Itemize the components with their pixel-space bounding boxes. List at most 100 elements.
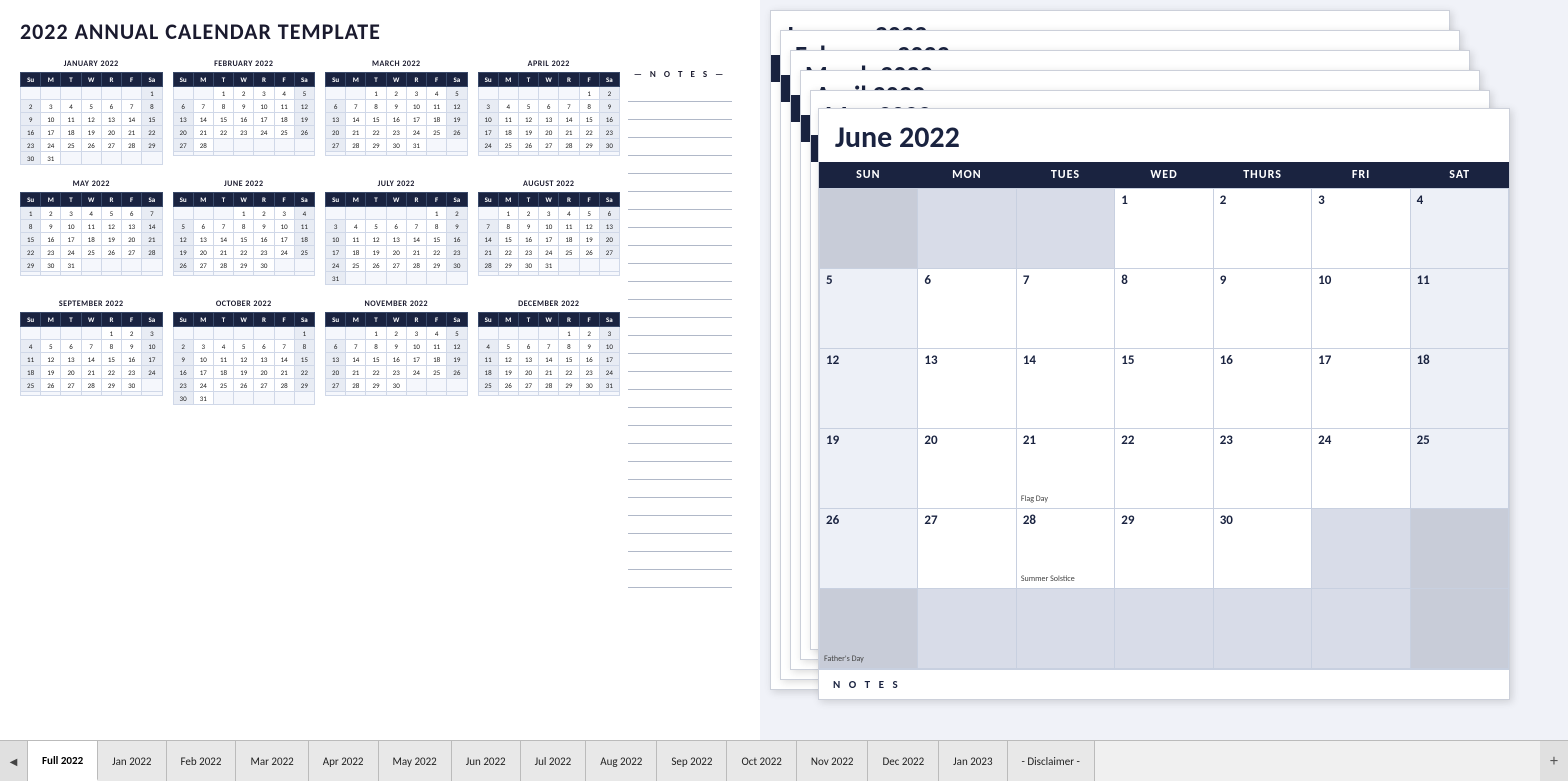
tab-14[interactable]: - Disclaimer - xyxy=(1008,741,1095,781)
notes-line xyxy=(628,354,732,372)
june-day-cell xyxy=(820,189,918,269)
june-day-cell: 19 xyxy=(820,429,918,509)
tab-0[interactable]: Full 2022 xyxy=(28,741,98,781)
mini-cal-table: SuMTWRFSa1234567891011121314151617181920… xyxy=(325,72,468,156)
right-panel: January 2022 SUN MON TUES WED THURS FRI … xyxy=(760,0,1568,740)
june-day-cell: 15 xyxy=(1115,349,1213,429)
tab-2[interactable]: Feb 2022 xyxy=(167,741,237,781)
mini-month-9: OCTOBER 2022 SuMTWRFSa1234567891011121314… xyxy=(173,299,316,405)
mini-month-6: JULY 2022 SuMTWRFSa1234567891011121314151… xyxy=(325,179,468,285)
notes-line xyxy=(628,390,732,408)
june-day-cell xyxy=(1312,509,1410,589)
june-day-cell: 30 xyxy=(1214,509,1312,589)
mini-month-title: AUGUST 2022 xyxy=(478,179,621,189)
june-day-cell: Father's Day xyxy=(820,589,918,669)
notes-title: — N O T E S — xyxy=(628,69,732,80)
notes-line xyxy=(628,408,732,426)
june-day-cell: 12 xyxy=(820,349,918,429)
notes-line xyxy=(628,552,732,570)
notes-line xyxy=(628,282,732,300)
mini-month-title: JANUARY 2022 xyxy=(20,59,163,69)
mini-month-title: JUNE 2022 xyxy=(173,179,316,189)
tab-3[interactable]: Mar 2022 xyxy=(236,741,308,781)
tab-6[interactable]: Jun 2022 xyxy=(452,741,521,781)
mini-month-3: APRIL 2022SuMTWRFSa123456789101112131415… xyxy=(478,59,621,165)
june-day-cell xyxy=(1115,589,1213,669)
months-grid: JANUARY 2022 SuMTWRFSa1234567891011121314… xyxy=(20,59,620,405)
mini-month-title: MARCH 2022 xyxy=(325,59,468,69)
tab-13[interactable]: Jan 2023 xyxy=(939,741,1007,781)
tab-12[interactable]: Dec 2022 xyxy=(868,741,939,781)
notes-line xyxy=(628,480,732,498)
notes-line xyxy=(628,192,732,210)
mini-cal-table: SuMTWRFSa1234567891011121314151617181920… xyxy=(325,192,468,285)
mini-cal-table: SuMTWRFSa1234567891011121314151617181920… xyxy=(478,312,621,396)
mini-cal-table: SuMTWRFSa1234567891011121314151617181920… xyxy=(20,72,163,165)
tab-10[interactable]: Oct 2022 xyxy=(727,741,796,781)
june-day-cell: 17 xyxy=(1312,349,1410,429)
june-day-cell: 28Summer Solstice xyxy=(1017,509,1115,589)
notes-line xyxy=(628,120,732,138)
notes-line xyxy=(628,264,732,282)
tab-5[interactable]: May 2022 xyxy=(379,741,452,781)
june-day-cell: 1 xyxy=(1115,189,1213,269)
tab-1[interactable]: Jan 2022 xyxy=(98,741,166,781)
mini-cal-table: SuMTWRFSa1234567891011121314151617181920… xyxy=(173,312,316,405)
mini-cal-table: SuMTWRFSa1234567891011121314151617181920… xyxy=(20,312,163,396)
tabs-container: Full 2022Jan 2022Feb 2022Mar 2022Apr 202… xyxy=(28,741,1540,781)
mini-month-1: FEBRUARY 2022 SuMTWRFSa123456789101112131… xyxy=(173,59,316,165)
tab-4[interactable]: Apr 2022 xyxy=(309,741,379,781)
mini-month-5: JUNE 2022SuMTWRFSa1234567891011121314151… xyxy=(173,179,316,285)
notes-panel: — N O T E S — xyxy=(620,59,740,588)
notes-line xyxy=(628,570,732,588)
mini-month-4: MAY 2022SuMTWRFSa12345678910111213141516… xyxy=(20,179,163,285)
mini-cal-table: SuMTWRFSa1234567891011121314151617181920… xyxy=(20,192,163,276)
tab-8[interactable]: Aug 2022 xyxy=(586,741,657,781)
june-header-row: SUNMONTUESWEDTHURSFRISAT xyxy=(819,162,1509,188)
mini-month-11: DECEMBER 2022 SuMTWRFSa123456789101112131… xyxy=(478,299,621,405)
tab-7[interactable]: Jul 2022 xyxy=(521,741,587,781)
mini-month-title: OCTOBER 2022 xyxy=(173,299,316,309)
card-june-detail: June 2022 SUNMONTUESWEDTHURSFRISAT 12345… xyxy=(818,108,1510,700)
june-title: June 2022 xyxy=(835,119,960,156)
mini-month-2: MARCH 2022 SuMTWRFSa123456789101112131415… xyxy=(325,59,468,165)
june-day-cell: 6 xyxy=(918,269,1016,349)
june-day-cell: 20 xyxy=(918,429,1016,509)
notes-line xyxy=(628,516,732,534)
tab-nav-left[interactable]: ◀ xyxy=(0,741,28,781)
june-day-cell xyxy=(918,189,1016,269)
notes-line xyxy=(628,228,732,246)
notes-line xyxy=(628,300,732,318)
mini-month-title: DECEMBER 2022 xyxy=(478,299,621,309)
june-day-cell: 8 xyxy=(1115,269,1213,349)
june-day-cell: 18 xyxy=(1411,349,1509,429)
tab-9[interactable]: Sep 2022 xyxy=(657,741,727,781)
notes-line xyxy=(628,318,732,336)
notes-line xyxy=(628,84,732,102)
june-day-cell: 14 xyxy=(1017,349,1115,429)
june-header-cell: SUN xyxy=(819,162,918,188)
june-day-cell: 26 xyxy=(820,509,918,589)
june-header-cell: WED xyxy=(1115,162,1214,188)
june-day-cell xyxy=(918,589,1016,669)
june-day-cell xyxy=(1214,589,1312,669)
notes-line xyxy=(628,462,732,480)
mini-month-title: FEBRUARY 2022 xyxy=(173,59,316,69)
june-header-cell: FRI xyxy=(1312,162,1411,188)
mini-cal-table: SuMTWRFSa1234567891011121314151617181920… xyxy=(478,192,621,276)
tab-11[interactable]: Nov 2022 xyxy=(797,741,869,781)
june-header-cell: THURS xyxy=(1213,162,1312,188)
june-header-cell: SAT xyxy=(1410,162,1509,188)
tab-add-button[interactable]: + xyxy=(1540,741,1568,781)
mini-month-7: AUGUST 2022 SuMTWRFSa12345678910111213141… xyxy=(478,179,621,285)
notes-line xyxy=(628,210,732,228)
mini-cal-table: SuMTWRFSa1234567891011121314151617181920… xyxy=(173,72,316,156)
page-title: 2022 ANNUAL CALENDAR TEMPLATE xyxy=(20,18,740,45)
mini-month-title: JULY 2022 xyxy=(325,179,468,189)
june-header-cell: MON xyxy=(918,162,1017,188)
june-day-cell xyxy=(1017,189,1115,269)
notes-line xyxy=(628,534,732,552)
notes-line xyxy=(628,372,732,390)
june-day-cell: 11 xyxy=(1411,269,1509,349)
event-label: Summer Solstice xyxy=(1021,574,1075,584)
